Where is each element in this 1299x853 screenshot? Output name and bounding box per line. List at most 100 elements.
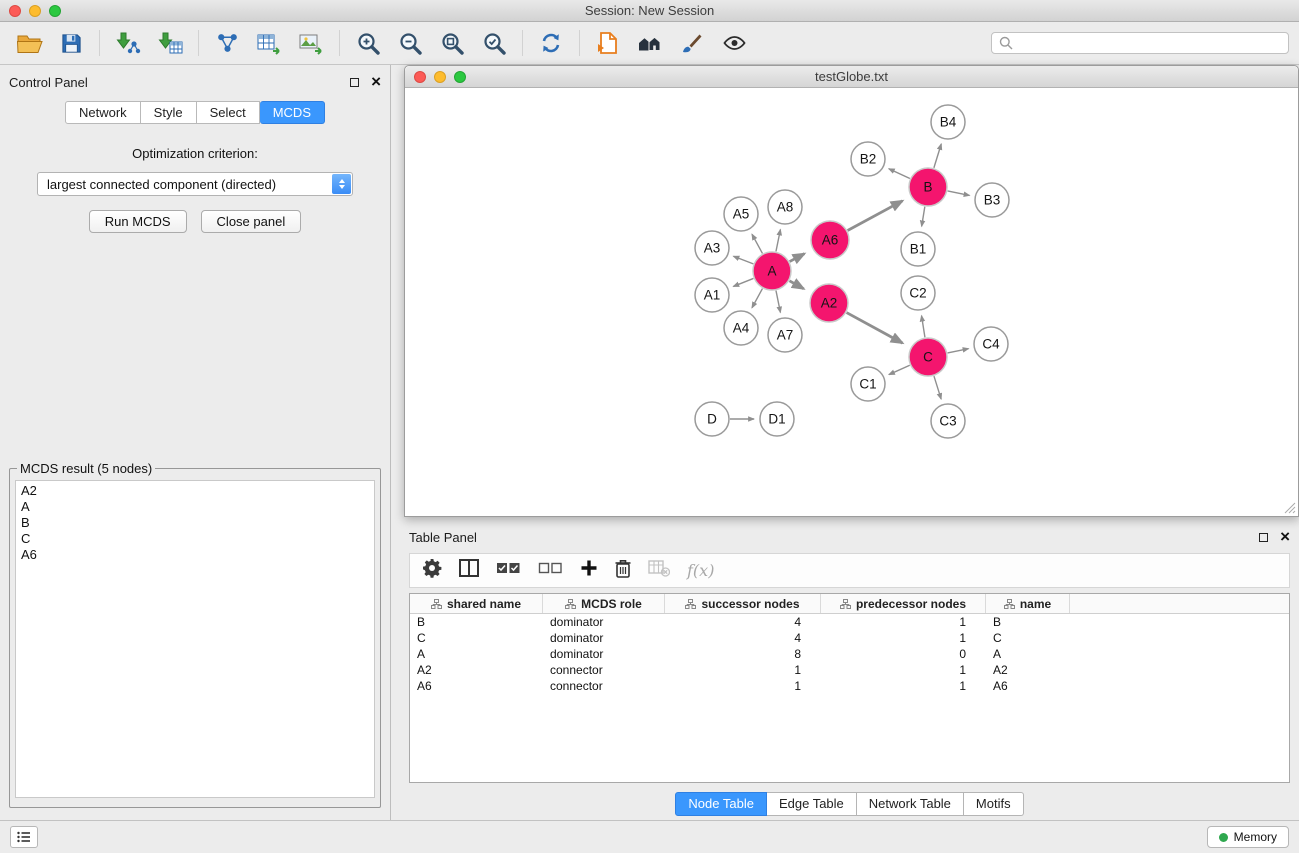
graph-edge-A-A2[interactable]	[789, 281, 803, 289]
search-input[interactable]	[1018, 36, 1281, 50]
table-settings-button[interactable]	[422, 558, 442, 583]
graph-edge-A2-C[interactable]	[847, 313, 903, 344]
graph-edge-A-A7[interactable]	[776, 291, 780, 313]
memory-status-icon	[1219, 833, 1228, 842]
mcds-result-item[interactable]: A2	[21, 483, 369, 499]
tab-select[interactable]: Select	[197, 101, 260, 124]
close-window-button[interactable]	[9, 5, 21, 17]
deselect-all-button[interactable]	[538, 561, 563, 580]
style-brush-button[interactable]	[673, 27, 711, 59]
tab-node-table[interactable]: Node Table	[675, 792, 767, 816]
zoom-in-button[interactable]	[349, 27, 387, 59]
network-window-controls	[414, 71, 466, 83]
table-cell: B	[410, 614, 543, 630]
tab-network-table[interactable]: Network Table	[857, 792, 964, 816]
zoom-fit-button[interactable]	[433, 27, 471, 59]
graph-edge-A-A3[interactable]	[733, 256, 753, 264]
zoom-out-button[interactable]	[391, 27, 429, 59]
table-row[interactable]: A6connector11A6	[410, 678, 1289, 694]
select-all-button[interactable]	[496, 561, 521, 580]
table-row[interactable]: Bdominator41B	[410, 614, 1289, 630]
table-row[interactable]: Cdominator41C	[410, 630, 1289, 646]
resize-grip-icon[interactable]	[1284, 502, 1296, 514]
delete-table-button[interactable]	[648, 559, 670, 582]
optimization-criterion-label: Optimization criterion:	[9, 146, 381, 161]
search-icon	[999, 36, 1013, 50]
table-cell: A	[410, 646, 543, 662]
graph-edge-B-B1[interactable]	[922, 207, 925, 227]
tab-edge-table[interactable]: Edge Table	[767, 792, 857, 816]
graph-edge-A-A6[interactable]	[790, 254, 805, 262]
table-cell: connector	[543, 662, 665, 678]
save-button[interactable]	[52, 27, 90, 59]
tab-motifs[interactable]: Motifs	[964, 792, 1024, 816]
add-row-button[interactable]	[580, 559, 598, 582]
network-graph[interactable]: B4B2BB3A5A8A6A3B1AC2A1A2A4A7C4CC1C3DD1	[405, 88, 1298, 516]
graph-edge-A6-B[interactable]	[848, 201, 903, 231]
mcds-result-item[interactable]: A6	[21, 547, 369, 563]
graph-edge-B-B4[interactable]	[934, 144, 941, 168]
zoom-selected-button[interactable]	[475, 27, 513, 59]
table-header-row: shared name MCDS role successor nodes	[410, 594, 1289, 614]
mcds-result-item[interactable]: C	[21, 531, 369, 547]
mcds-result-item[interactable]: B	[21, 515, 369, 531]
export-table-button[interactable]	[250, 27, 288, 59]
column-header-successor-nodes[interactable]: successor nodes	[665, 594, 821, 613]
home-button[interactable]	[631, 27, 669, 59]
session-file-button[interactable]	[589, 27, 627, 59]
task-history-button[interactable]	[10, 826, 38, 848]
close-panel-icon[interactable]: ×	[371, 76, 381, 88]
tab-style[interactable]: Style	[141, 101, 197, 124]
export-image-button[interactable]	[292, 27, 330, 59]
column-header-name[interactable]: name	[986, 594, 1070, 613]
zoom-selected-icon	[483, 32, 506, 55]
graph-edge-A-A4[interactable]	[752, 289, 762, 308]
optimization-criterion-select[interactable]: largest connected component (directed)	[37, 172, 353, 196]
table-cell: 8	[665, 646, 821, 662]
table-cell: 0	[821, 646, 986, 662]
zoom-network-window-button[interactable]	[454, 71, 466, 83]
mcds-result-item[interactable]: A	[21, 499, 369, 515]
float-panel-icon[interactable]	[350, 78, 359, 87]
import-network-button[interactable]	[109, 27, 147, 59]
graph-edge-C-C4[interactable]	[948, 349, 969, 353]
run-mcds-button[interactable]: Run MCDS	[89, 210, 187, 233]
network-canvas[interactable]: B4B2BB3A5A8A6A3B1AC2A1A2A4A7C4CC1C3DD1	[405, 88, 1298, 516]
graph-node-label-B4: B4	[940, 115, 957, 130]
close-panel-button[interactable]: Close panel	[201, 210, 302, 233]
tab-mcds[interactable]: MCDS	[260, 101, 325, 124]
graph-edge-B-B3[interactable]	[948, 191, 970, 195]
table-row[interactable]: Adominator80A	[410, 646, 1289, 662]
graph-edge-C-C3[interactable]	[934, 376, 941, 399]
close-network-window-button[interactable]	[414, 71, 426, 83]
refresh-button[interactable]	[532, 27, 570, 59]
tab-network[interactable]: Network	[65, 101, 141, 124]
column-header-predecessor-nodes[interactable]: predecessor nodes	[821, 594, 986, 613]
close-table-panel-icon[interactable]: ×	[1280, 531, 1290, 543]
delete-row-button[interactable]	[615, 559, 631, 583]
graph-edge-C-C1[interactable]	[889, 365, 910, 374]
columns-icon	[459, 559, 479, 577]
graph-edge-C-C2[interactable]	[922, 316, 925, 338]
mcds-result-list[interactable]: A2ABCA6	[15, 480, 375, 798]
show-columns-button[interactable]	[459, 559, 479, 582]
graph-edge-A-A5[interactable]	[752, 234, 762, 253]
graph-edge-A-A1[interactable]	[733, 278, 753, 286]
minimize-window-button[interactable]	[29, 5, 41, 17]
memory-button[interactable]: Memory	[1207, 826, 1289, 848]
graph-edge-A-A8[interactable]	[776, 230, 780, 252]
column-header-shared-name[interactable]: shared name	[410, 594, 543, 613]
search-box[interactable]	[991, 32, 1289, 54]
graph-edge-B-B2[interactable]	[889, 169, 910, 179]
float-table-panel-icon[interactable]	[1259, 533, 1268, 542]
table-cell: 1	[665, 662, 821, 678]
minimize-network-window-button[interactable]	[434, 71, 446, 83]
import-table-button[interactable]	[151, 27, 189, 59]
clone-network-button[interactable]	[208, 27, 246, 59]
column-header-mcds-role[interactable]: MCDS role	[543, 594, 665, 613]
eye-button[interactable]	[715, 27, 753, 59]
zoom-window-button[interactable]	[49, 5, 61, 17]
function-builder-button[interactable]: f(x)	[687, 561, 714, 580]
open-folder-button[interactable]	[10, 27, 48, 59]
table-row[interactable]: A2connector11A2	[410, 662, 1289, 678]
